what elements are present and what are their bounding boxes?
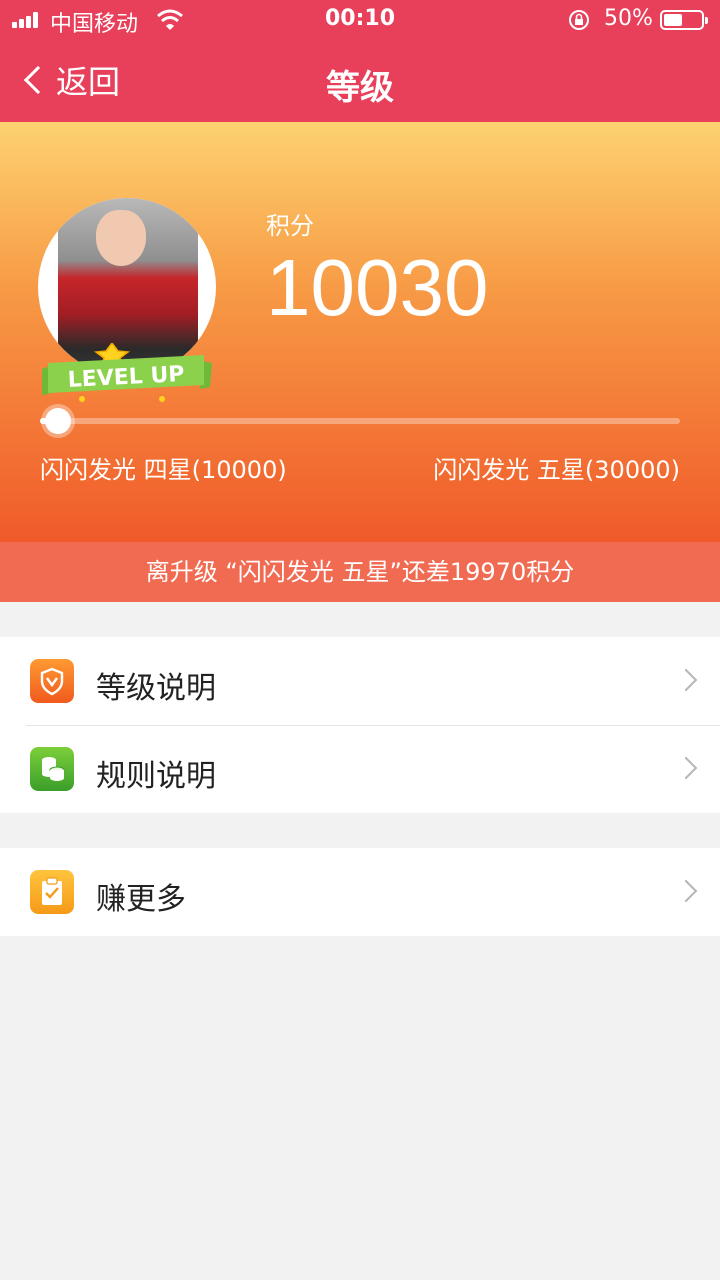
menu-label-rules-info: 规则说明 [96,759,216,794]
battery-icon [660,10,708,30]
top-bar: 中国移动 00:10 50% 返回 等级 [0,0,720,122]
shield-icon [30,659,74,703]
chevron-right-icon [674,756,698,780]
navigation-bar: 返回 等级 [0,40,720,122]
upgrade-hint-banner: 离升级 “闪闪发光 五星”还差19970积分 [0,542,720,602]
status-bar: 中国移动 00:10 50% [0,0,720,40]
clipboard-check-icon [30,870,74,914]
level-hero: LEVEL UP 积分 10030 闪闪发光 四星(10000) 闪闪发光 五星… [0,122,720,542]
score-value: 10030 [266,243,489,332]
menu-item-rules-info[interactable]: 规则说明 [0,725,720,813]
chevron-right-icon [674,668,698,692]
page-title: 等级 [326,68,394,108]
avatar-container: LEVEL UP [38,198,216,402]
coins-icon [30,747,74,791]
battery-percent: 50% [604,6,653,31]
earn-menu-group: 赚更多 [0,848,720,936]
menu-label-level-info: 等级说明 [96,671,216,706]
level-progress-track [40,418,680,424]
menu-label-earn-more: 赚更多 [96,882,186,917]
next-level-label: 闪闪发光 五星(30000) [433,456,680,484]
level-progress-knob [45,408,71,434]
rotation-lock-icon [569,10,589,30]
info-menu-group: 等级说明 规则说明 [0,637,720,813]
score-label: 积分 [266,212,314,240]
current-level-label: 闪闪发光 四星(10000) [40,456,287,484]
battery-fill [664,14,682,26]
level-up-text: LEVEL UP [67,362,185,393]
menu-item-earn-more[interactable]: 赚更多 [0,848,720,936]
level-up-badge: LEVEL UP [42,343,212,402]
chevron-right-icon [674,879,698,903]
menu-item-level-info[interactable]: 等级说明 [0,637,720,725]
